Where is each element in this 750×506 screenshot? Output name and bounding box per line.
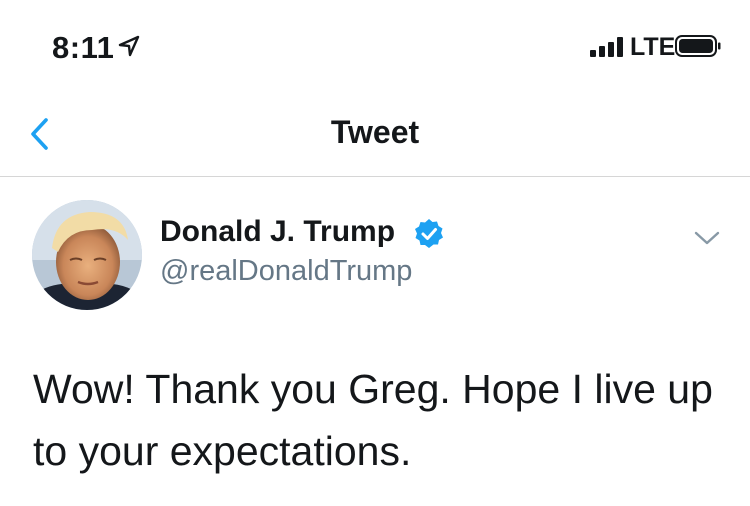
verified-badge-icon [415, 219, 443, 248]
location-arrow-icon [118, 35, 140, 57]
avatar-image [32, 200, 142, 310]
avatar[interactable] [32, 200, 142, 310]
status-bar: 8:11 LTE [0, 0, 750, 90]
signal-bars-icon [590, 37, 623, 57]
nav-bar: Tweet [0, 96, 750, 177]
author-handle[interactable]: @realDonaldTrump [160, 255, 412, 288]
author-display-name[interactable]: Donald J. Trump [160, 215, 395, 249]
chevron-down-icon[interactable] [692, 226, 722, 250]
battery-icon [675, 35, 721, 57]
page-title: Tweet [330, 114, 420, 150]
status-time: 8:11 [52, 30, 115, 65]
network-type: LTE [630, 33, 676, 61]
tweet-text: Wow! Thank you Greg. Hope I live up to y… [33, 366, 713, 474]
